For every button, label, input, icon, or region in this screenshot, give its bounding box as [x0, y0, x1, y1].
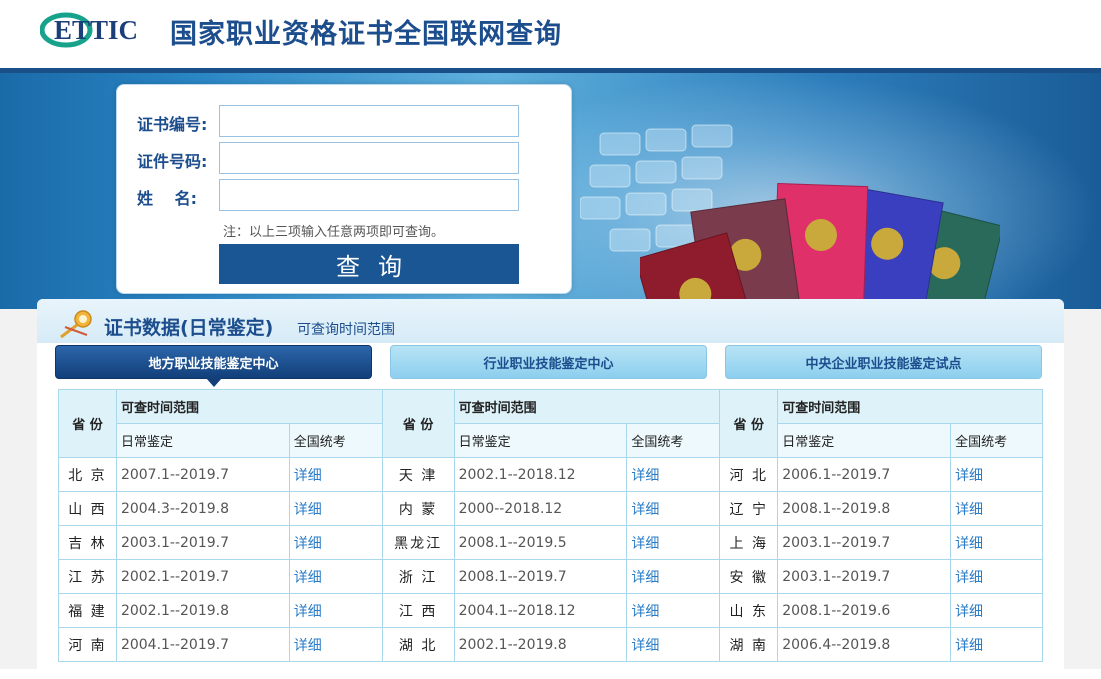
id-no-label: 证件号码:	[137, 152, 208, 171]
province-cell: 福 建	[58, 593, 117, 628]
detail-link[interactable]: 详细	[950, 457, 1043, 492]
table-row: 吉 林 2003.1--2019.7 详细 黑龙江 2008.1--2019.5 详细上 …	[58, 525, 1043, 560]
province-cell: 江 苏	[58, 559, 117, 594]
daily-range-cell: 2006.4--2019.8	[777, 627, 952, 662]
table-subheader-row: 日常鉴定 全国统考 日常鉴定 全国统考 日常鉴定 全国统考	[59, 423, 1043, 458]
province-cell: 河 北	[719, 457, 779, 492]
daily-range-cell: 2002.1--2019.8	[453, 627, 628, 662]
daily-header: 日常鉴定	[453, 423, 628, 458]
national-header: 全国统考	[288, 423, 383, 458]
tab-local-centers[interactable]: 地方职业技能鉴定中心	[55, 345, 372, 387]
section-title: 证书数据(日常鉴定)	[104, 317, 274, 339]
daily-range-cell: 2003.1--2019.7	[777, 559, 952, 594]
daily-range-cell: 2003.1--2019.7	[777, 525, 952, 560]
cert-no-label: 证书编号:	[137, 115, 208, 134]
province-cell: 湖 北	[381, 627, 455, 662]
daily-range-cell: 2007.1--2019.7	[115, 457, 290, 492]
province-cell: 内 蒙	[381, 491, 455, 526]
province-cell: 辽 宁	[719, 491, 779, 526]
province-cell: 天 津	[381, 457, 455, 492]
detail-link[interactable]: 详细	[288, 593, 383, 628]
daily-range-cell: 2008.1--2019.6	[777, 593, 952, 628]
province-cell: 吉 林	[58, 525, 117, 560]
province-cell: 上 海	[719, 525, 779, 560]
province-cell: 安 徽	[719, 559, 779, 594]
site-title: 国家职业资格证书全国联网查询	[170, 19, 562, 50]
site-header: ETTIC 国家职业资格证书全国联网查询	[0, 0, 1101, 68]
detail-link[interactable]: 详细	[288, 559, 383, 594]
daily-range-cell: 2008.1--2019.7	[453, 559, 628, 594]
national-header: 全国统考	[626, 423, 721, 458]
detail-link[interactable]: 详细	[626, 457, 721, 492]
daily-range-cell: 2004.1--2018.12	[453, 593, 628, 628]
province-cell: 北 京	[58, 457, 117, 492]
province-cell: 山 西	[58, 491, 117, 526]
table-row: 北 京 2007.1--2019.7 详细天 津 2002.1--2018.12 详细河…	[58, 457, 1043, 492]
province-cell: 黑龙江	[381, 525, 455, 560]
certificate-range-table: 省 份 可查时间范围 省 份 可查时间范围 省 份 可查时间范围 日常鉴定 全国…	[58, 389, 1043, 662]
search-form: 证书编号: 证件号码: 姓 名: 注：以上三项输入任意两项即可查询。 查询	[116, 84, 572, 294]
province-cell: 江 西	[381, 593, 455, 628]
province-cell: 湖 南	[719, 627, 779, 662]
daily-range-cell: 2003.1--2019.7	[115, 525, 290, 560]
tab-industry-centers[interactable]: 行业职业技能鉴定中心	[390, 345, 707, 379]
daily-range-cell: 2000--2018.12	[453, 491, 628, 526]
province-header: 省 份	[381, 389, 455, 458]
detail-link[interactable]: 详细	[626, 627, 721, 662]
range-header: 可查时间范围	[115, 389, 383, 424]
national-header: 全国统考	[950, 423, 1043, 458]
daily-range-cell: 2006.1--2019.7	[777, 457, 952, 492]
table-row: 河 南 2004.1--2019.7 详细湖 北 2002.1--2019.8 详细湖 …	[58, 627, 1043, 662]
detail-link[interactable]: 详细	[288, 525, 383, 560]
range-header: 可查时间范围	[777, 389, 1043, 424]
table-row: 福 建 2002.1--2019.8 详细江 西 2004.1--2018.12 详细山…	[58, 593, 1043, 628]
province-cell: 浙 江	[381, 559, 455, 594]
table-header-row: 省 份 可查时间范围 省 份 可查时间范围 省 份 可查时间范围	[58, 389, 1043, 458]
detail-link[interactable]: 详细	[950, 491, 1043, 526]
daily-range-cell: 2008.1--2019.5	[453, 525, 628, 560]
daily-range-cell: 2008.1--2019.8	[777, 491, 952, 526]
certificate-data-panel: 证书数据(日常鉴定) 可查询时间范围 地方职业技能鉴定中心 行业职业技能鉴定中心…	[37, 299, 1064, 679]
detail-link[interactable]: 详细	[950, 525, 1043, 560]
daily-header: 日常鉴定	[777, 423, 952, 458]
table-row: 山 西 2004.3--2019.8 详细内 蒙 2000--2018.12 详细辽 宁…	[58, 491, 1043, 526]
logo-text: ETTIC	[54, 15, 138, 45]
province-header: 省 份	[58, 389, 117, 458]
detail-link[interactable]: 详细	[288, 491, 383, 526]
ettic-logo: ETTIC	[40, 12, 138, 48]
detail-link[interactable]: 详细	[288, 457, 383, 492]
detail-link[interactable]: 详细	[626, 525, 721, 560]
pin-icon	[60, 310, 92, 339]
detail-link[interactable]: 详细	[626, 593, 721, 628]
cert-no-input[interactable]	[219, 105, 519, 137]
detail-link[interactable]: 详细	[626, 491, 721, 526]
daily-range-cell: 2004.3--2019.8	[115, 491, 290, 526]
tab-central-enterprise[interactable]: 中央企业职业技能鉴定试点	[725, 345, 1042, 379]
province-cell: 山 东	[719, 593, 779, 628]
name-label: 姓 名:	[137, 189, 197, 208]
daily-range-cell: 2004.1--2019.7	[115, 627, 290, 662]
daily-range-cell: 2002.1--2019.8	[115, 593, 290, 628]
detail-link[interactable]: 详细	[288, 627, 383, 662]
province-header: 省 份	[719, 389, 779, 458]
query-button[interactable]: 查询	[219, 244, 519, 284]
name-input[interactable]	[219, 179, 519, 211]
section-subtitle: 可查询时间范围	[297, 322, 395, 338]
id-no-input[interactable]	[219, 142, 519, 174]
daily-range-cell: 2002.1--2019.7	[115, 559, 290, 594]
panel-header: 证书数据(日常鉴定) 可查询时间范围	[37, 299, 1064, 343]
detail-link[interactable]: 详细	[950, 627, 1043, 662]
detail-link[interactable]: 详细	[626, 559, 721, 594]
range-header: 可查时间范围	[453, 389, 721, 424]
detail-link[interactable]: 详细	[950, 593, 1043, 628]
detail-link[interactable]: 详细	[950, 559, 1043, 594]
province-cell: 河 南	[58, 627, 117, 662]
search-note: 注：以上三项输入任意两项即可查询。	[223, 225, 445, 240]
daily-header: 日常鉴定	[115, 423, 290, 458]
table-row: 江 苏 2002.1--2019.7 详细浙 江 2008.1--2019.7 详细安 …	[58, 559, 1043, 594]
daily-range-cell: 2002.1--2018.12	[453, 457, 628, 492]
certificate-books-image	[640, 183, 1000, 309]
